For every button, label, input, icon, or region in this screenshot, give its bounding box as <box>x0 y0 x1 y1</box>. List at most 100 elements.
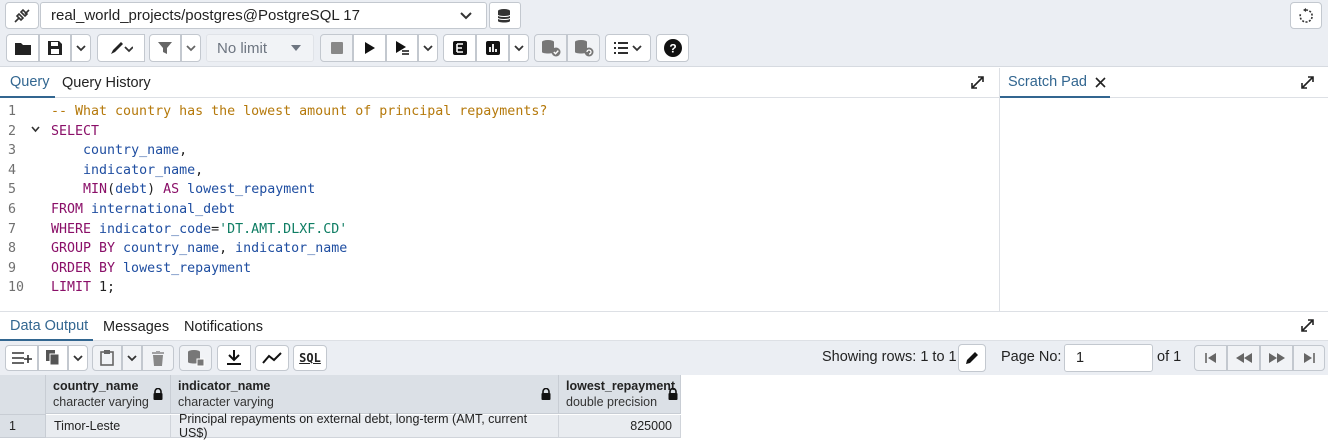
rollback-button[interactable] <box>567 34 600 62</box>
expand-results-icon[interactable] <box>1300 318 1315 333</box>
graph-visualiser-button[interactable] <box>255 345 289 371</box>
tab-query-history[interactable]: Query History <box>62 68 151 98</box>
code-token: indicator_code <box>91 221 212 237</box>
save-file-button[interactable] <box>39 34 71 62</box>
caret-down-icon <box>291 45 301 51</box>
reset-layout-button[interactable] <box>1290 2 1322 29</box>
code-token: lowest_repayment <box>179 182 316 198</box>
connection-status-button[interactable] <box>5 2 39 29</box>
execute-button[interactable] <box>353 34 386 62</box>
code-line: LIMIT 1; <box>51 280 115 295</box>
grid-select-all[interactable] <box>0 375 46 415</box>
code-line: ORDER BY lowest_repayment <box>51 261 251 276</box>
folder-icon <box>14 42 31 55</box>
explain-analyze-button[interactable] <box>476 34 509 62</box>
chevron-down-icon <box>423 45 433 52</box>
column-type: double precision <box>566 395 658 409</box>
code-token: 'DT.AMT.DLXF.CD' <box>219 221 348 237</box>
chevron-down-icon <box>73 355 83 362</box>
tab-data-output[interactable]: Data Output <box>0 312 93 341</box>
code-line: WHERE indicator_code='DT.AMT.DLXF.CD' <box>51 222 347 237</box>
edit-button[interactable] <box>97 34 145 62</box>
chevron-down-icon <box>460 12 472 20</box>
execute-options-dropdown[interactable] <box>418 34 438 62</box>
copy-options-dropdown[interactable] <box>68 345 88 371</box>
code-token: international_debt <box>83 202 236 217</box>
connection-select[interactable]: real_world_projects/postgres@PostgreSQL … <box>40 2 487 29</box>
page-number-input[interactable]: 1 <box>1064 344 1153 372</box>
fold-chevron-icon[interactable] <box>31 126 40 133</box>
save-options-dropdown[interactable] <box>71 34 91 62</box>
cell-lowest-repayment[interactable]: 825000 <box>559 415 681 438</box>
sql-editor[interactable]: 1 2 3 4 5 6 7 8 9 10 -- What country has the lowe… <box>0 99 999 311</box>
previous-page-button[interactable] <box>1227 345 1260 371</box>
first-page-button[interactable] <box>1194 345 1227 371</box>
code-token: WHERE <box>51 221 92 237</box>
code-line: SELECT <box>51 124 99 139</box>
delete-row-button[interactable] <box>142 345 174 371</box>
page-number-value: 1 <box>1076 350 1085 366</box>
explain-button[interactable] <box>443 34 476 62</box>
next-page-button[interactable] <box>1260 345 1293 371</box>
add-row-button[interactable] <box>5 345 38 371</box>
sql-button-label: SQL <box>299 351 321 365</box>
svg-text:?: ? <box>669 42 676 56</box>
code-token: FROM <box>51 202 84 217</box>
stop-icon <box>330 42 343 54</box>
filter-button[interactable] <box>149 34 181 62</box>
code-token: ( <box>107 182 116 198</box>
macros-button[interactable] <box>605 34 651 62</box>
help-button[interactable]: ? <box>656 34 689 62</box>
paste-options-dropdown[interactable] <box>122 345 142 371</box>
code-token: country_name <box>83 143 180 159</box>
copy-button[interactable] <box>38 345 68 371</box>
code-token: , <box>219 241 236 257</box>
stop-button[interactable] <box>320 34 353 62</box>
chevron-down-icon <box>76 45 86 52</box>
close-icon[interactable] <box>1095 76 1106 88</box>
line-chart-icon <box>262 352 282 364</box>
code-line: FROM international_debt <box>51 202 235 217</box>
paste-button[interactable] <box>92 345 122 371</box>
open-file-button[interactable] <box>6 34 39 62</box>
commit-button[interactable] <box>534 34 567 62</box>
filter-options-dropdown[interactable] <box>181 34 201 62</box>
save-data-button[interactable] <box>179 345 212 371</box>
code-token: -- What country has the lowest amount of… <box>51 104 548 119</box>
filter-icon <box>158 42 172 54</box>
cell-country-name[interactable]: Timor-Leste <box>46 415 171 438</box>
sql-button[interactable]: SQL <box>293 345 327 371</box>
download-button[interactable] <box>217 345 251 371</box>
last-page-button[interactable] <box>1293 345 1325 371</box>
tab-scratch-pad[interactable]: Scratch Pad <box>1000 68 1110 98</box>
execute-script-button[interactable] <box>386 34 418 62</box>
expand-editor-icon[interactable] <box>970 75 985 90</box>
column-header-indicator-name[interactable]: indicator_name character varying <box>171 375 559 414</box>
expand-scratch-pad-icon[interactable] <box>1300 75 1315 90</box>
add-row-icon <box>11 352 32 364</box>
result-tabs: Data Output Messages Notifications <box>0 311 1328 341</box>
tab-notifications[interactable]: Notifications <box>184 312 263 341</box>
code-token: country_name <box>115 241 220 257</box>
column-header-lowest-repayment[interactable]: lowest_repayment double precision <box>559 375 681 414</box>
line-number: 3 <box>8 143 17 159</box>
edit-rows-button[interactable] <box>958 344 986 372</box>
trash-icon <box>152 350 164 366</box>
editor-scratch-divider[interactable] <box>999 68 1000 311</box>
code-token: , <box>179 143 188 159</box>
column-header-country-name[interactable]: country_name character varying <box>46 375 171 414</box>
row-limit-select[interactable]: No limit <box>206 34 314 62</box>
code-token: , <box>195 162 204 178</box>
code-token: debt <box>115 182 148 198</box>
cell-indicator-name[interactable]: Principal repayments on external debt, l… <box>171 412 559 440</box>
explain-options-dropdown[interactable] <box>509 34 529 62</box>
code-line: country_name, <box>51 143 187 158</box>
tab-query[interactable]: Query <box>0 68 55 98</box>
save-icon <box>48 41 62 55</box>
new-connection-button[interactable] <box>489 2 521 29</box>
row-number[interactable]: 1 <box>0 415 46 438</box>
tab-messages[interactable]: Messages <box>103 312 169 341</box>
help-icon: ? <box>663 39 682 57</box>
refresh-icon <box>1299 7 1313 23</box>
line-number: 9 <box>8 260 17 276</box>
